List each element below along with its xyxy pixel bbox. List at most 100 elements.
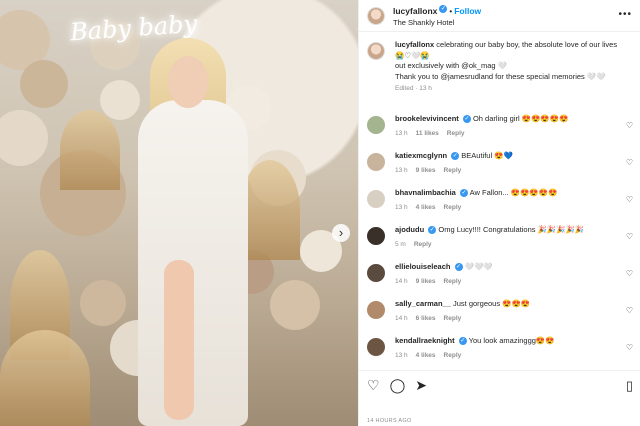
comment-body: katiexmcglynn ✓ BEAutiful 😍💙 13 h 9 likes… xyxy=(395,151,633,188)
commenter-username[interactable]: bhavnalimbachia xyxy=(395,188,456,197)
verified-badge-icon: ✓ xyxy=(459,189,468,198)
post-timestamp: 14 HOURS AGO xyxy=(367,418,412,424)
commenter-username[interactable]: brookelevivincent xyxy=(395,114,459,123)
commenter-avatar[interactable] xyxy=(367,190,385,208)
like-icon[interactable]: ♡ xyxy=(367,378,380,392)
bookmark-icon[interactable]: ▯ xyxy=(626,378,633,394)
separator-dot: • xyxy=(449,6,453,16)
comment-text: Aw Fallon... 😍😍😍😍😍 xyxy=(469,188,558,197)
caption-emoji-line: 😭♡🤍😭 xyxy=(395,50,430,60)
comment-time: 13 h xyxy=(395,166,408,174)
follow-button[interactable]: Follow xyxy=(454,6,481,16)
comment-text: You look amazinggg😍😍 xyxy=(468,336,555,345)
like-comment-icon[interactable]: ♡ xyxy=(626,269,633,278)
comment-item: kendallraeknight ✓ You look amazinggg😍😍 … xyxy=(359,336,640,366)
commenter-username[interactable]: ellielouiseleach xyxy=(395,262,450,271)
author-info: lucyfallonx ✓ • Follow The Shankly Hotel xyxy=(393,4,481,28)
comment-text: 🤍🤍🤍 xyxy=(464,262,493,271)
post-action-bar: ♡ ◯ ➤ ▯ xyxy=(359,370,640,398)
commenter-avatar[interactable] xyxy=(367,301,385,319)
reply-button[interactable]: Reply xyxy=(414,241,432,248)
caption-text: celebrating our baby boy, the absolute l… xyxy=(436,40,618,49)
comment-body: sally_carman__ Just gorgeous 😍😍😍 14 h 6 l… xyxy=(395,299,633,336)
comment-time: 13 h xyxy=(395,129,408,137)
comment-meta: 13 h 4 likes Reply xyxy=(395,351,633,362)
reply-button[interactable]: Reply xyxy=(444,278,462,285)
comment-text: BEAutiful 😍💙 xyxy=(461,151,513,160)
comment-meta: 14 h 6 likes Reply xyxy=(395,314,633,325)
commenter-username[interactable]: sally_carman__ xyxy=(395,299,451,308)
reply-button[interactable]: Reply xyxy=(444,204,462,211)
author-avatar[interactable] xyxy=(367,6,385,25)
comment-likes[interactable]: 9 likes xyxy=(416,167,436,174)
comment-meta: 14 h 9 likes Reply xyxy=(395,277,633,288)
comment-time: 14 h xyxy=(395,277,408,285)
post-photo[interactable]: Baby baby › xyxy=(0,0,358,426)
comment-item: katiexmcglynn ✓ BEAutiful 😍💙 13 h 9 likes… xyxy=(359,151,640,188)
commenter-username[interactable]: kendallraeknight xyxy=(395,336,455,345)
verified-badge-icon: ✓ xyxy=(439,5,448,14)
commenter-avatar[interactable] xyxy=(367,264,385,282)
comment-time: 14 h xyxy=(395,314,408,322)
commenter-username[interactable]: katiexmcglynn xyxy=(395,151,447,160)
reply-button[interactable]: Reply xyxy=(444,167,462,174)
verified-badge-icon: ✓ xyxy=(458,337,467,346)
caption-line: out exclusively with @ok_mag 🤍 xyxy=(395,61,507,70)
comment-meta: 13 h 11 likes Reply xyxy=(395,129,633,140)
comment-item: ellielouiseleach ✓ 🤍🤍🤍 14 h9 likes Reply … xyxy=(359,262,640,299)
comment-meta: 5 m Reply xyxy=(395,240,633,251)
reply-button[interactable]: Reply xyxy=(447,130,465,137)
instagram-post: Baby baby › lucyfallonx ✓ • Follow The Shan… xyxy=(0,0,640,426)
comment-text: Oh darling girl 😍😍😍😍😍 xyxy=(472,114,569,123)
more-options-icon[interactable]: ••• xyxy=(618,9,632,20)
pampas-grass xyxy=(60,110,120,190)
comment-body: bhavnalimbachia ✓ Aw Fallon... 😍😍😍😍😍 13 … xyxy=(395,188,633,225)
post-caption: lucyfallonx celebrating our baby boy, th… xyxy=(359,40,640,114)
caption-line: Thank you to @jamesrudland for these spe… xyxy=(395,71,606,81)
comment-text: Just gorgeous 😍😍😍 xyxy=(452,299,531,308)
comment-likes[interactable]: 6 likes xyxy=(416,315,436,322)
comment-body: ellielouiseleach ✓ 🤍🤍🤍 14 h 9 likes Reply xyxy=(395,262,633,299)
like-comment-icon[interactable]: ♡ xyxy=(626,306,633,315)
commenter-username[interactable]: ajodudu xyxy=(395,225,424,234)
woman-face xyxy=(168,56,208,108)
location-link[interactable]: The Shankly Hotel xyxy=(393,17,481,28)
verified-badge-icon: ✓ xyxy=(428,226,437,235)
share-icon[interactable]: ➤ xyxy=(415,378,427,392)
comments-list[interactable]: lucyfallonx celebrating our baby boy, th… xyxy=(359,40,640,366)
comment-item: sally_carman__ Just gorgeous 😍😍😍 14 h 6 l… xyxy=(359,299,640,336)
comment-likes[interactable]: 4 likes xyxy=(416,204,436,211)
next-photo-icon[interactable]: › xyxy=(332,224,350,242)
balloon xyxy=(20,60,68,108)
comment-meta: 13 h 4 likes Reply xyxy=(395,203,633,214)
commenter-avatar[interactable] xyxy=(367,153,385,171)
comment-likes[interactable]: 9 likes xyxy=(416,278,436,285)
caption-avatar[interactable] xyxy=(367,42,385,60)
like-comment-icon[interactable]: ♡ xyxy=(626,232,633,241)
comment-likes[interactable]: 11 likes xyxy=(416,130,439,137)
comment-item: ajodudu ✓ Omg Lucy!!!! Congratulations 🎉… xyxy=(359,225,640,262)
verified-badge-icon: ✓ xyxy=(454,263,463,272)
commenter-avatar[interactable] xyxy=(367,227,385,245)
author-username[interactable]: lucyfallonx xyxy=(393,6,437,16)
like-comment-icon[interactable]: ♡ xyxy=(626,158,633,167)
comment-time: 13 h xyxy=(395,203,408,211)
comment-body: brookelevivincent ✓ Oh darling girl 😍😍😍😍… xyxy=(395,114,633,151)
reply-button[interactable]: Reply xyxy=(444,352,462,359)
caption-username[interactable]: lucyfallonx xyxy=(395,40,434,49)
comment-likes[interactable]: 4 likes xyxy=(416,352,436,359)
comment-icon[interactable]: ◯ xyxy=(390,378,406,392)
comment-item: bhavnalimbachia ✓ Aw Fallon... 😍😍😍😍😍 13 … xyxy=(359,188,640,225)
like-comment-icon[interactable]: ♡ xyxy=(626,195,633,204)
verified-badge-icon: ✓ xyxy=(462,115,471,124)
comment-body: kendallraeknight ✓ You look amazinggg😍😍 … xyxy=(395,336,633,366)
caption-line: lucyfallonx celebrating our baby boy, th… xyxy=(395,40,633,51)
reply-button[interactable]: Reply xyxy=(444,315,462,322)
pampas-grass xyxy=(0,330,90,426)
commenter-avatar[interactable] xyxy=(367,338,385,356)
comment-body: ajodudu ✓ Omg Lucy!!!! Congratulations 🎉… xyxy=(395,225,633,262)
like-comment-icon[interactable]: ♡ xyxy=(626,343,633,352)
commenter-avatar[interactable] xyxy=(367,116,385,134)
like-comment-icon[interactable]: ♡ xyxy=(626,121,633,130)
pampas-grass xyxy=(240,160,300,260)
